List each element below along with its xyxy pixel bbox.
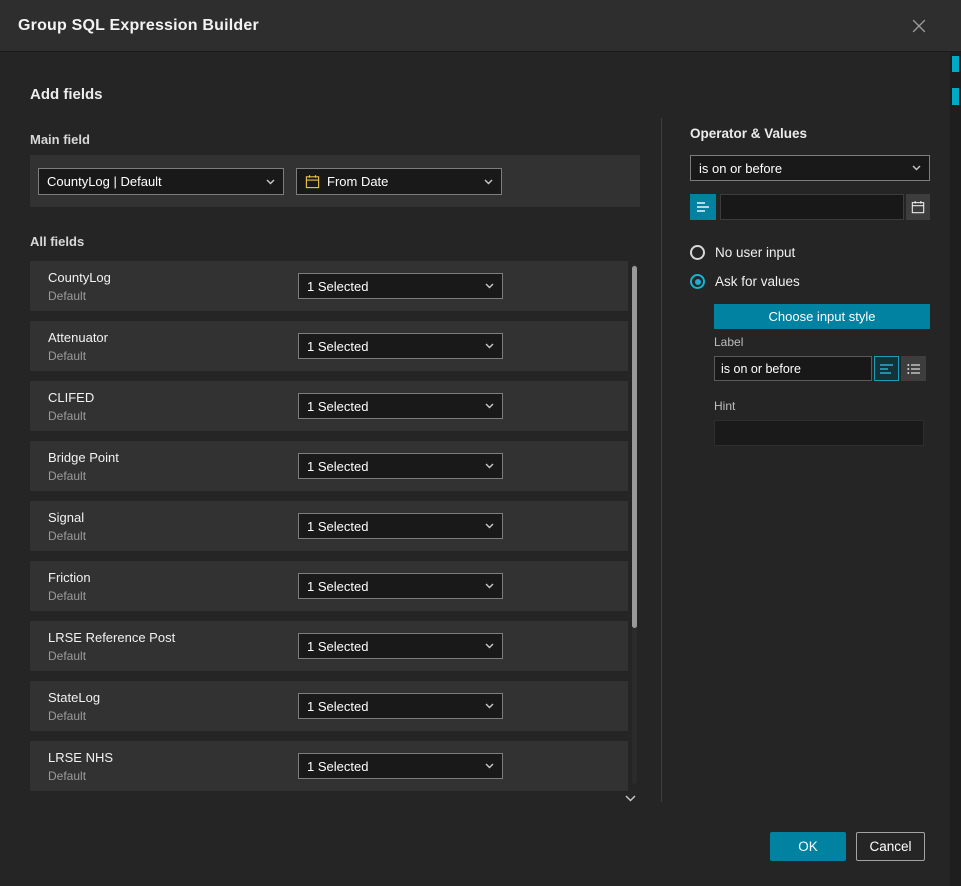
operator-values-heading: Operator & Values [690,126,807,141]
field-selected-dropdown[interactable]: 1 Selected [298,573,503,599]
no-user-input-label: No user input [715,245,795,260]
hint-input[interactable] [714,420,924,446]
vertical-divider [661,118,662,802]
field-subtitle: Default [48,769,86,783]
layer-dropdown[interactable]: CountyLog | Default [38,168,284,195]
list-scrollbar[interactable] [632,264,637,784]
ask-for-values-option: Ask for values [690,274,800,289]
chevron-down-icon [485,523,494,529]
field-selected-value: 1 Selected [307,639,368,654]
main-field-panel: CountyLog | Default From Date [30,155,640,207]
field-selected-dropdown[interactable]: 1 Selected [298,453,503,479]
choose-input-style-button[interactable]: Choose input style [714,304,930,329]
list-scrollbar-thumb[interactable] [632,266,637,628]
field-selected-dropdown[interactable]: 1 Selected [298,273,503,299]
layer-dropdown-value: CountyLog | Default [47,174,162,189]
field-name: Bridge Point [48,450,119,465]
ask-for-values-label: Ask for values [715,274,800,289]
label-caption: Label [714,335,743,349]
field-row: CLIFED Default 1 Selected [30,381,628,431]
field-selected-value: 1 Selected [307,579,368,594]
dialog-scrollbar[interactable] [950,52,961,886]
field-row: CountyLog Default 1 Selected [30,261,628,311]
field-name: LRSE Reference Post [48,630,175,645]
operator-dropdown[interactable]: is on or before [690,155,930,181]
field-selected-dropdown[interactable]: 1 Selected [298,693,503,719]
field-name: CLIFED [48,390,94,405]
chevron-down-icon [485,463,494,469]
chevron-down-icon [484,179,493,185]
field-selected-value: 1 Selected [307,519,368,534]
field-name: StateLog [48,690,100,705]
field-subtitle: Default [48,409,86,423]
field-name: LRSE NHS [48,750,113,765]
field-subtitle: Default [48,289,86,303]
all-fields-list: CountyLog Default 1 Selected Attenuator … [30,261,628,801]
field-selected-value: 1 Selected [307,699,368,714]
dialog-scrollbar-thumb[interactable] [952,88,959,105]
field-row: Signal Default 1 Selected [30,501,628,551]
input-style-single-icon[interactable] [874,356,899,381]
chevron-down-icon [912,165,921,171]
input-style-list-icon[interactable] [901,356,926,381]
dialog-header: Group SQL Expression Builder [0,0,961,52]
field-selected-dropdown[interactable]: 1 Selected [298,393,503,419]
field-name: Attenuator [48,330,108,345]
field-subtitle: Default [48,529,86,543]
field-name: Friction [48,570,91,585]
chevron-down-icon [485,343,494,349]
field-row: Friction Default 1 Selected [30,561,628,611]
date-value-input[interactable] [720,194,904,220]
calendar-icon [305,174,320,189]
dialog-scrollbar-thumb[interactable] [952,56,959,72]
calendar-picker-button[interactable] [906,194,930,220]
field-selected-value: 1 Selected [307,339,368,354]
field-subtitle: Default [48,649,86,663]
chevron-down-icon [485,583,494,589]
field-selected-value: 1 Selected [307,459,368,474]
field-selected-value: 1 Selected [307,279,368,294]
add-fields-heading: Add fields [30,86,103,103]
field-selected-dropdown[interactable]: 1 Selected [298,513,503,539]
hint-caption: Hint [714,399,735,413]
no-user-input-option: No user input [690,245,795,260]
date-mode-button[interactable] [690,194,716,220]
main-field-dropdown[interactable]: From Date [296,168,502,195]
field-selected-value: 1 Selected [307,759,368,774]
ask-for-values-radio[interactable] [690,274,705,289]
main-field-dropdown-value: From Date [327,174,388,189]
field-selected-dropdown[interactable]: 1 Selected [298,333,503,359]
label-input[interactable] [714,356,872,381]
field-name: CountyLog [48,270,111,285]
field-subtitle: Default [48,469,86,483]
field-subtitle: Default [48,349,86,363]
ok-button[interactable]: OK [770,832,846,861]
no-user-input-radio[interactable] [690,245,705,260]
field-subtitle: Default [48,709,86,723]
field-subtitle: Default [48,589,86,603]
field-selected-dropdown[interactable]: 1 Selected [298,633,503,659]
field-row: StateLog Default 1 Selected [30,681,628,731]
field-name: Signal [48,510,84,525]
chevron-down-icon [485,763,494,769]
chevron-down-icon [485,403,494,409]
all-fields-label: All fields [30,234,84,249]
chevron-down-icon [266,179,275,185]
operator-dropdown-value: is on or before [699,161,782,176]
scroll-down-icon[interactable] [625,789,636,807]
chevron-down-icon [485,283,494,289]
field-selected-value: 1 Selected [307,399,368,414]
cancel-button[interactable]: Cancel [856,832,925,861]
close-icon[interactable] [909,16,929,36]
field-selected-dropdown[interactable]: 1 Selected [298,753,503,779]
chevron-down-icon [485,643,494,649]
main-field-label: Main field [30,132,90,147]
field-row: LRSE NHS Default 1 Selected [30,741,628,791]
field-row: Attenuator Default 1 Selected [30,321,628,371]
field-row: LRSE Reference Post Default 1 Selected [30,621,628,671]
group-sql-expression-builder-dialog: Group SQL Expression Builder Add fields … [0,0,961,886]
field-row: Bridge Point Default 1 Selected [30,441,628,491]
chevron-down-icon [485,703,494,709]
dialog-title: Group SQL Expression Builder [18,17,259,35]
